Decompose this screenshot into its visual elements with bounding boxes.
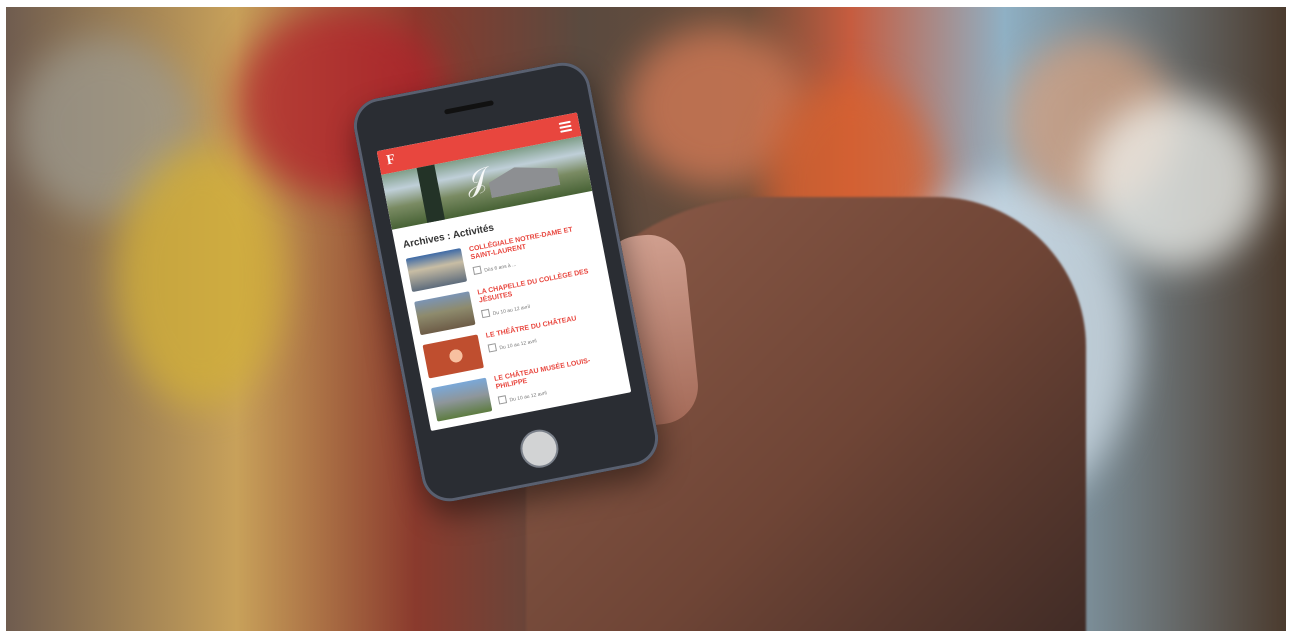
menu-icon[interactable]	[558, 120, 573, 133]
smartphone: F 𝒥 Archives : Activités COLLÉGIALE NOTR…	[349, 57, 663, 507]
bokeh-light	[116, 147, 286, 407]
calendar-icon	[480, 308, 491, 318]
home-button[interactable]	[517, 426, 562, 471]
phone-speaker	[443, 100, 495, 115]
phone-screen: F 𝒥 Archives : Activités COLLÉGIALE NOTR…	[376, 112, 632, 432]
bokeh-light	[1086, 97, 1266, 267]
banner-logo-icon: 𝒥	[462, 161, 490, 200]
photo-scene: F 𝒥 Archives : Activités COLLÉGIALE NOTR…	[6, 7, 1286, 631]
calendar-icon	[472, 265, 482, 275]
logo-icon: F	[385, 152, 397, 169]
calendar-icon	[497, 394, 508, 405]
calendar-icon	[487, 343, 498, 353]
